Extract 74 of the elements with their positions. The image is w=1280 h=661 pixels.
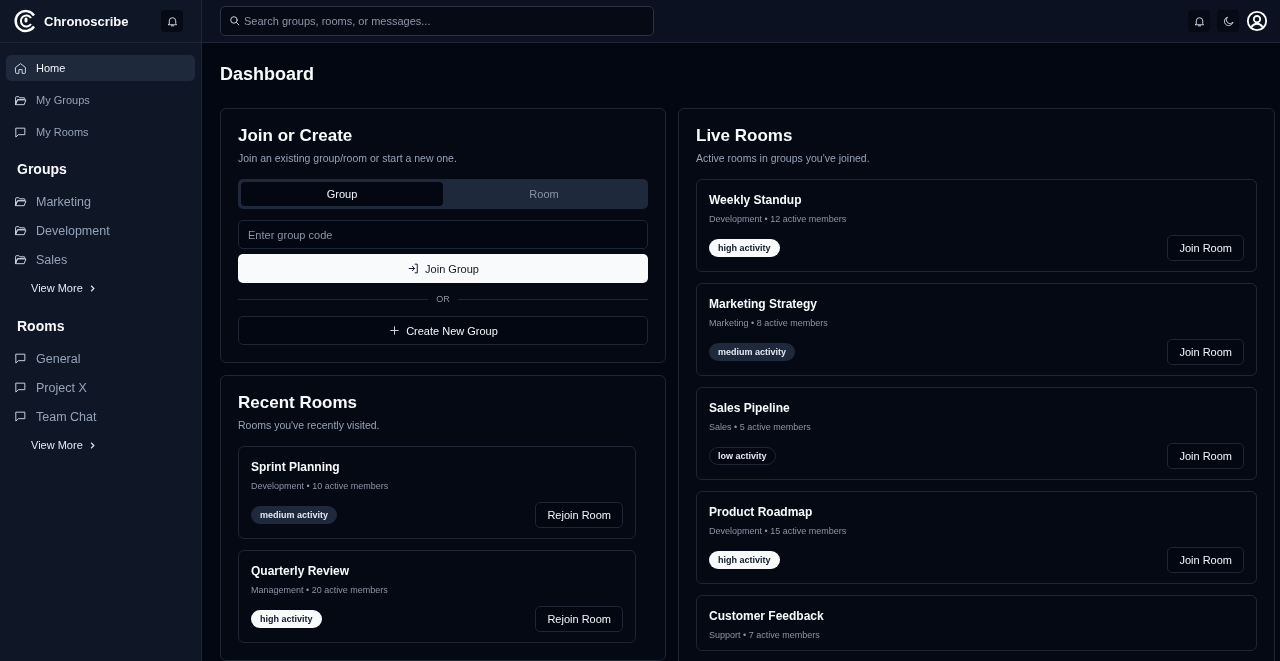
sidebar-item[interactable]: Sales [6,245,195,274]
search-field[interactable]: Search groups, rooms, or messages... [220,6,654,36]
room-name: Quarterly Review [251,564,351,578]
room-name: Marketing Strategy [709,297,819,311]
room-meta: Management • 20 active members [251,585,389,595]
chat-icon [14,381,27,394]
activity-badge: high activity [709,551,780,569]
moon-icon [1221,14,1235,28]
activity-badge: low activity [709,447,776,465]
bell-icon [1192,14,1206,28]
chat-icon [14,410,27,423]
folder-icon [14,253,27,266]
notifications-button[interactable] [1188,10,1210,32]
sidebar-item[interactable]: Team Chat [6,402,195,431]
join-room-button[interactable]: Join Room [1167,235,1244,261]
section-title: Rooms [16,317,66,336]
join-group-button[interactable]: Join Group [238,254,648,283]
sidebar-item[interactable]: Project X [6,373,195,402]
nav-item[interactable]: My Rooms [6,119,195,145]
card-subtitle: Join an existing group/room or start a new one. [238,152,458,164]
activity-badge: medium activity [709,343,796,361]
sidebar-item[interactable]: Development [6,216,195,245]
room-name: Sprint Planning [251,460,341,474]
section-title: Groups [16,160,68,179]
enter-icon [407,262,421,275]
join-room-button[interactable]: Join Room [1167,547,1244,573]
room-meta: Support • 7 active members [709,630,821,640]
room-meta: Development • 10 active members [251,481,390,491]
room-name: Product Roadmap [709,505,814,519]
card-title: Recent Rooms [238,393,359,413]
home-icon [14,61,27,75]
sidebar-item[interactable]: General [6,344,195,373]
activity-badge: high activity [709,239,780,257]
notifications-button[interactable] [161,10,183,32]
join-room-button[interactable]: Rejoin Room [535,606,623,632]
room-meta: Development • 12 active members [709,214,848,224]
group-code-field[interactable]: Enter group code [238,220,648,249]
sidebar-item[interactable]: Marketing [6,187,195,216]
user-avatar-icon[interactable] [1246,10,1268,32]
join-room-button[interactable]: Join Room [1167,443,1244,469]
nav-item[interactable]: Home [6,55,195,81]
chat-icon [14,352,27,365]
activity-badge: medium activity [251,506,338,524]
room-meta: Marketing • 8 active members [709,318,829,328]
room-meta: Development • 15 active members [709,526,848,536]
or-divider-label: OR [436,294,450,304]
view-more-link[interactable]: View More [6,274,195,302]
logo-icon [14,9,38,33]
search-icon [228,14,241,27]
theme-toggle-button[interactable] [1217,10,1239,32]
folder-icon [14,195,27,208]
app-name: Chronoscribe [44,13,130,29]
bell-icon [165,14,179,28]
card-title: Live Rooms [696,126,794,146]
card-subtitle: Active rooms in groups you've joined. [696,152,871,164]
nav-item[interactable]: My Groups [6,87,195,113]
card-subtitle: Rooms you've recently visited. [238,419,381,431]
activity-badge: high activity [251,610,322,628]
join-room-button[interactable]: Rejoin Room [535,502,623,528]
room-name: Weekly Standup [709,193,803,207]
folder-icon [14,93,27,107]
room-name: Customer Feedback [709,609,825,623]
join-room-button[interactable]: Join Room [1167,339,1244,365]
create-group-button[interactable]: Create New Group [238,316,648,345]
card-title: Join or Create [238,126,354,146]
room-name: Sales Pipeline [709,401,791,415]
view-more-link[interactable]: View More [6,431,195,459]
chat-icon [14,125,27,139]
page-title: Dashboard [220,64,316,85]
plus-icon [388,324,402,337]
tab[interactable]: Group [241,182,443,206]
folder-icon [14,224,27,237]
room-meta: Sales • 5 active members [709,422,812,432]
tab[interactable]: Room [443,182,645,206]
